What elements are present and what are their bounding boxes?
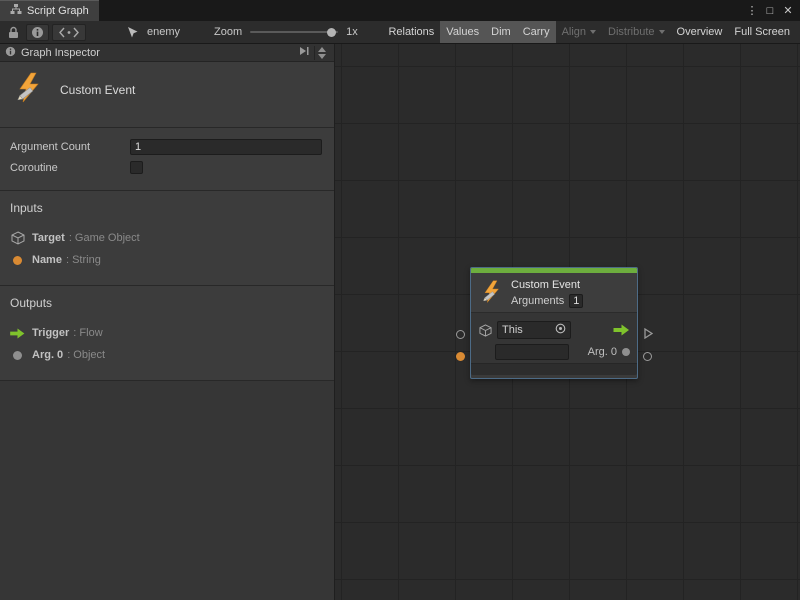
list-item: Name : String <box>10 249 324 271</box>
port-name: Name <box>32 254 62 266</box>
green-flow-arrow-icon <box>10 328 25 339</box>
cube-icon <box>10 231 25 245</box>
scroll-down-icon <box>318 54 326 59</box>
graph-inspector-title: Graph Inspector <box>21 47 100 59</box>
toolbar-button-group: Relations Values Dim Carry Align Distrib… <box>382 21 796 43</box>
coroutine-checkbox[interactable] <box>130 161 143 174</box>
custom-event-bolt-icon <box>12 72 44 107</box>
port-type: : Game Object <box>69 232 140 244</box>
code-view-icon[interactable] <box>52 24 86 41</box>
overview-button[interactable]: Overview <box>671 21 729 43</box>
carry-button[interactable]: Carry <box>517 21 556 43</box>
arg0-output-port[interactable] <box>643 352 652 361</box>
target-port-row: This <box>471 319 637 341</box>
custom-event-node[interactable]: Custom Event Arguments 1 <box>470 267 638 379</box>
target-input-port[interactable] <box>456 330 465 339</box>
chevron-down-icon <box>659 30 665 34</box>
full-screen-button[interactable]: Full Screen <box>728 21 796 43</box>
trigger-output-port[interactable] <box>643 328 653 342</box>
outputs-heading: Outputs <box>10 296 324 310</box>
node-footer <box>471 363 637 375</box>
window-menu-icon[interactable]: ⋮ <box>744 4 760 17</box>
list-item: Trigger : Flow <box>10 322 324 344</box>
custom-event-bolt-icon <box>479 279 503 308</box>
cube-icon <box>478 324 493 337</box>
graph-canvas[interactable]: Custom Event Arguments 1 <box>335 44 800 600</box>
distribute-dropdown-button[interactable]: Distribute <box>602 21 670 43</box>
node-title: Custom Event <box>511 279 583 291</box>
gray-dot-icon <box>13 351 22 360</box>
argument-count-label: Argument Count <box>10 141 130 153</box>
info-icon <box>5 46 16 60</box>
tab-label: Script Graph <box>27 5 89 17</box>
dim-button[interactable]: Dim <box>485 21 517 43</box>
graph-toolbar: enemy Zoom 1x Relations Values Dim Carry… <box>0 21 800 44</box>
graph-inspector-panel: Graph Inspector <box>0 44 335 600</box>
zoom-slider-track <box>250 31 338 33</box>
event-fields-section: Argument Count Coroutine <box>0 128 334 191</box>
port-type: : Object <box>67 349 105 361</box>
dock-panel-icon[interactable] <box>298 46 310 59</box>
coroutine-label: Coroutine <box>10 162 130 174</box>
inspector-empty-area <box>0 381 334 600</box>
name-port-row: Arg. 0 <box>471 341 637 363</box>
inputs-heading: Inputs <box>10 201 324 215</box>
info-toggle-icon[interactable] <box>26 24 49 41</box>
close-icon[interactable]: ✕ <box>780 4 796 17</box>
port-type: : String <box>66 254 101 266</box>
lock-icon[interactable] <box>4 24 23 41</box>
orange-dot-icon <box>13 256 22 265</box>
maximize-icon[interactable]: □ <box>762 5 778 17</box>
node-body: This <box>471 312 637 363</box>
outputs-section: Outputs Trigger : Flow Arg. 0 : Object <box>0 286 334 381</box>
event-name-input[interactable] <box>495 344 569 360</box>
graph-name-label: enemy <box>147 26 180 38</box>
tab-script-graph[interactable]: Script Graph <box>0 0 99 21</box>
inputs-section: Inputs Target : Game Object Name : String <box>0 191 334 286</box>
name-input-port[interactable] <box>456 352 465 361</box>
window-titlebar: Script Graph ⋮ □ ✕ <box>0 0 800 21</box>
graph-inspector-header: Graph Inspector <box>0 44 334 62</box>
arg0-label: Arg. 0 <box>588 346 617 358</box>
event-title-section: Custom Event <box>0 62 334 128</box>
arguments-count-badge: 1 <box>569 294 583 308</box>
port-name: Trigger <box>32 327 69 339</box>
scroll-up-icon <box>318 47 326 52</box>
trigger-flow-icon <box>613 324 630 336</box>
values-button[interactable]: Values <box>440 21 485 43</box>
zoom-value: 1x <box>346 26 358 38</box>
arguments-label: Arguments <box>511 295 564 307</box>
gray-dot-icon <box>622 348 630 356</box>
panel-resize-scrubber[interactable] <box>314 46 329 60</box>
event-title: Custom Event <box>60 83 135 97</box>
list-item: Target : Game Object <box>10 227 324 249</box>
list-item: Arg. 0 : Object <box>10 344 324 366</box>
zoom-slider-handle[interactable] <box>327 28 336 37</box>
window-controls: ⋮ □ ✕ <box>744 0 800 21</box>
target-object-dropdown[interactable]: This <box>497 321 571 339</box>
zoom-slider[interactable] <box>250 24 338 41</box>
port-name: Arg. 0 <box>32 349 63 361</box>
port-type: : Flow <box>73 327 102 339</box>
script-graph-icon <box>10 3 22 18</box>
node-header[interactable]: Custom Event Arguments 1 <box>471 273 637 312</box>
graph-pointer-icon <box>122 24 142 41</box>
target-dropdown-value: This <box>502 324 551 336</box>
zoom-label: Zoom <box>214 26 242 38</box>
chevron-down-icon <box>590 30 596 34</box>
port-name: Target <box>32 232 65 244</box>
relations-button[interactable]: Relations <box>382 21 440 43</box>
align-dropdown-button[interactable]: Align <box>556 21 602 43</box>
argument-count-input[interactable] <box>130 139 322 155</box>
target-picker-icon[interactable] <box>555 323 566 337</box>
